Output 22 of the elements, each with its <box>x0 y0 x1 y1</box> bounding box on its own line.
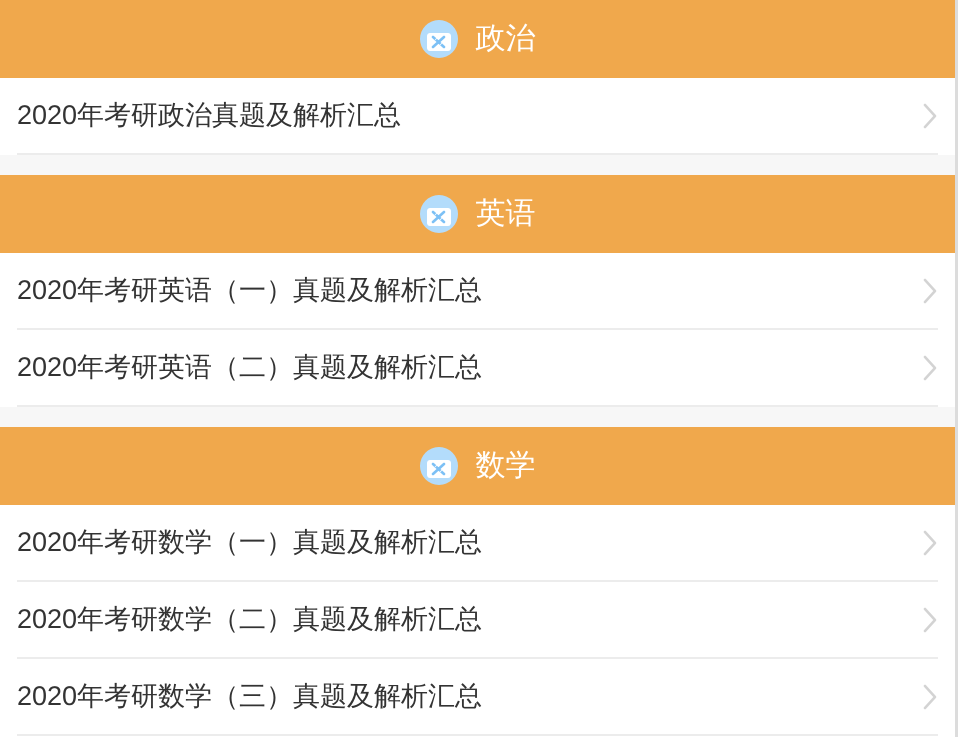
crossed-tools-icon <box>420 20 458 58</box>
chevron-right-icon <box>923 102 937 128</box>
item-label: 2020年考研英语（二）真题及解析汇总 <box>17 354 482 381</box>
chevron-right-icon <box>923 530 937 556</box>
chevron-right-icon <box>923 606 937 632</box>
list-item[interactable]: 2020年考研数学（二）真题及解析汇总 <box>17 582 938 659</box>
crossed-tools-icon <box>420 447 458 485</box>
chevron-right-icon <box>923 354 937 380</box>
section-title: 数学 <box>476 451 536 481</box>
chevron-right-icon <box>923 684 937 710</box>
chevron-right-icon <box>923 278 937 304</box>
item-label: 2020年考研英语（一）真题及解析汇总 <box>17 277 482 304</box>
item-label: 2020年考研数学（二）真题及解析汇总 <box>17 606 482 633</box>
list-item[interactable]: 2020年考研英语（一）真题及解析汇总 <box>17 253 938 330</box>
section-title: 英语 <box>476 199 536 229</box>
item-label: 2020年考研政治真题及解析汇总 <box>17 102 402 129</box>
list-item[interactable]: 2020年考研数学（一）真题及解析汇总 <box>17 505 938 582</box>
item-label: 2020年考研数学（三）真题及解析汇总 <box>17 683 482 710</box>
section-title: 政治 <box>476 24 536 54</box>
crossed-tools-icon <box>420 195 458 233</box>
list-item[interactable]: 2020年考研数学（三）真题及解析汇总 <box>17 659 938 736</box>
item-label: 2020年考研数学（一）真题及解析汇总 <box>17 529 482 556</box>
